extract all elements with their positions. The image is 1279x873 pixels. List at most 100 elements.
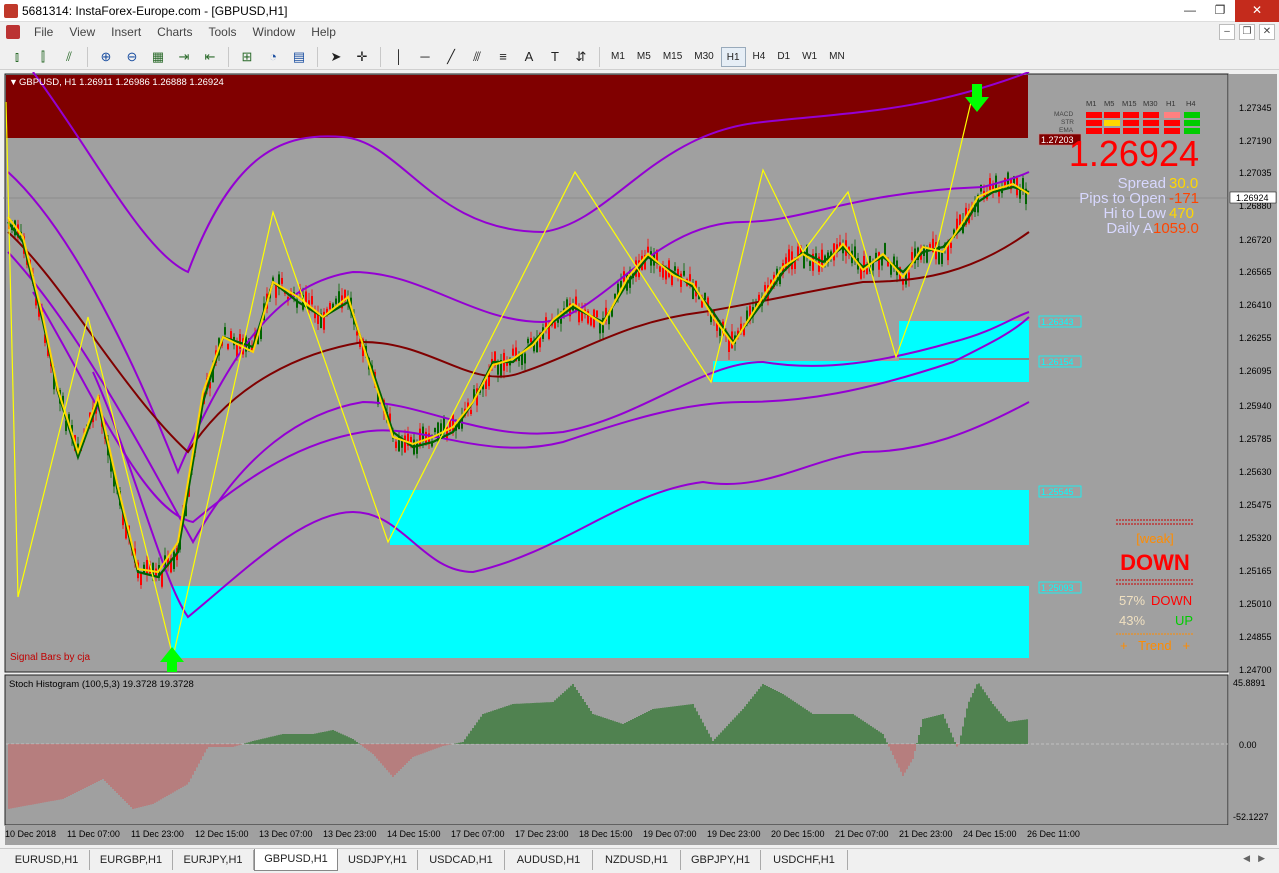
menu-charts[interactable]: Charts	[149, 25, 200, 39]
time-label: 14 Dec 15:00	[387, 829, 441, 839]
trendline-icon[interactable]: ╱	[440, 46, 462, 68]
cursor-icon[interactable]: ➤	[325, 46, 347, 68]
signal-cell	[1143, 120, 1159, 126]
chart-header-arrow-icon[interactable]: ▼	[9, 77, 18, 87]
menu-bar: File View Insert Charts Tools Window Hel…	[0, 22, 1279, 42]
candle-body	[980, 184, 982, 192]
chart-window-icon[interactable]	[6, 25, 20, 39]
arrows-icon[interactable]: ⇵	[570, 46, 592, 68]
tab-eurjpy[interactable]: EURJPY,H1	[173, 850, 254, 870]
signal-cell	[1086, 112, 1102, 118]
candle-body	[599, 321, 601, 334]
signal-cell	[1143, 112, 1159, 118]
mdi-close-button[interactable]: ✕	[1259, 24, 1275, 40]
up-percent: 43%	[1119, 613, 1145, 628]
price-label: 1.26565	[1239, 267, 1272, 277]
candle-body	[1022, 178, 1024, 191]
menu-help[interactable]: Help	[303, 25, 344, 39]
candle-body	[275, 285, 277, 298]
menu-insert[interactable]: Insert	[103, 25, 149, 39]
autoscroll-icon[interactable]: ⇤	[199, 46, 221, 68]
candle-body	[809, 261, 811, 266]
tile-windows-icon[interactable]: ▦	[147, 46, 169, 68]
bar-chart-icon[interactable]: ⫾	[6, 46, 28, 68]
chart-window[interactable]: ▼ GBPUSD, H1 1.26911 1.26986 1.26888 1.2…	[3, 71, 1279, 847]
mdi-minimize-button[interactable]: –	[1219, 24, 1235, 40]
chart-header: GBPUSD, H1 1.26911 1.26986 1.26888 1.269…	[19, 77, 224, 88]
line-chart-icon[interactable]: ⫽	[58, 46, 80, 68]
menu-window[interactable]: Window	[245, 25, 304, 39]
indicator-plot-area[interactable]	[4, 674, 1229, 826]
candle-body	[404, 435, 406, 453]
menu-file[interactable]: File	[26, 25, 61, 39]
big-price: 1.26924	[1069, 133, 1199, 174]
candle-body	[803, 254, 805, 269]
tab-usdchf[interactable]: USDCHF,H1	[761, 850, 848, 870]
tab-usdcad[interactable]: USDCAD,H1	[418, 850, 505, 870]
zoom-in-icon[interactable]: ⊕	[95, 46, 117, 68]
price-label: 1.27345	[1239, 103, 1272, 113]
candlestick-icon[interactable]: ⫿	[32, 46, 54, 68]
candle-body	[416, 442, 418, 454]
tf-m30[interactable]: M30	[689, 47, 718, 67]
channel-icon[interactable]: ⫻	[466, 46, 488, 68]
tab-eurusd[interactable]: EURUSD,H1	[4, 850, 90, 870]
price-chart-canvas[interactable]: ▼ GBPUSD, H1 1.26911 1.26986 1.26888 1.2…	[3, 71, 1279, 847]
tab-gbpjpy[interactable]: GBPJPY,H1	[681, 850, 761, 870]
indicators-icon[interactable]: ⊞	[236, 46, 258, 68]
trend-label: + Trend +	[1120, 638, 1190, 653]
tf-h4[interactable]: H4	[748, 47, 771, 67]
tf-header-label: M15	[1122, 99, 1137, 108]
tf-m5[interactable]: M5	[632, 47, 656, 67]
templates-icon[interactable]: ▤	[288, 46, 310, 68]
tab-eurgbp[interactable]: EURGBP,H1	[90, 850, 173, 870]
tf-w1[interactable]: W1	[797, 47, 822, 67]
tab-nzdusd[interactable]: NZDUSD,H1	[593, 850, 681, 870]
tab-scroll-icons[interactable]: ◀▶	[1243, 853, 1273, 864]
price-label: 1.26720	[1239, 235, 1272, 245]
tab-gbpusd[interactable]: GBPUSD,H1	[254, 849, 338, 871]
horizontal-line-icon[interactable]: ─	[414, 46, 436, 68]
support-label-1: 1.26343	[1041, 317, 1074, 327]
tf-h1[interactable]: H1	[720, 46, 746, 67]
tf-d1[interactable]: D1	[772, 47, 795, 67]
time-label: 13 Dec 07:00	[259, 829, 313, 839]
candle-body	[662, 267, 664, 278]
tf-header-label: M30	[1143, 99, 1158, 108]
crosshair-icon[interactable]: ✛	[351, 46, 373, 68]
close-button[interactable]: ✕	[1235, 0, 1279, 22]
signal-cell	[1164, 120, 1180, 126]
fibonacci-icon[interactable]: ≡	[492, 46, 514, 68]
minimize-button[interactable]: —	[1175, 0, 1205, 22]
price-label: 1.25320	[1239, 533, 1272, 543]
window-title: 5681314: InstaForex-Europe.com - [GBPUSD…	[22, 4, 288, 18]
candle-body	[524, 353, 526, 364]
tab-audusd[interactable]: AUDUSD,H1	[505, 850, 593, 870]
price-label: 1.25475	[1239, 500, 1272, 510]
candle-body	[764, 285, 766, 292]
support-zone-4	[171, 586, 1029, 658]
signal-cell	[1086, 120, 1102, 126]
tf-m1[interactable]: M1	[606, 47, 630, 67]
menu-tools[interactable]: Tools	[201, 25, 245, 39]
menu-view[interactable]: View	[61, 25, 103, 39]
maximize-button[interactable]: ❐	[1205, 0, 1235, 22]
support-label-4: 1.25093	[1041, 583, 1074, 593]
candle-body	[281, 277, 283, 284]
candle-body	[704, 292, 706, 300]
chart-shift-icon[interactable]: ⇥	[173, 46, 195, 68]
tf-mn[interactable]: MN	[824, 47, 850, 67]
indicator-level-zero: 0.00	[1239, 740, 1257, 750]
signal-cell	[1164, 112, 1180, 118]
window-controls: — ❐ ✕	[1175, 0, 1279, 22]
candle-body	[674, 266, 676, 271]
periods-icon[interactable]: ◔	[262, 46, 284, 68]
text-tool-icon[interactable]: A	[518, 46, 540, 68]
tab-usdjpy[interactable]: USDJPY,H1	[338, 850, 418, 870]
vertical-line-icon[interactable]: │	[388, 46, 410, 68]
zoom-out-icon[interactable]: ⊖	[121, 46, 143, 68]
tf-m15[interactable]: M15	[658, 47, 687, 67]
text-label-icon[interactable]: T	[544, 46, 566, 68]
mdi-restore-button[interactable]: ❐	[1239, 24, 1255, 40]
candle-body	[878, 252, 880, 270]
